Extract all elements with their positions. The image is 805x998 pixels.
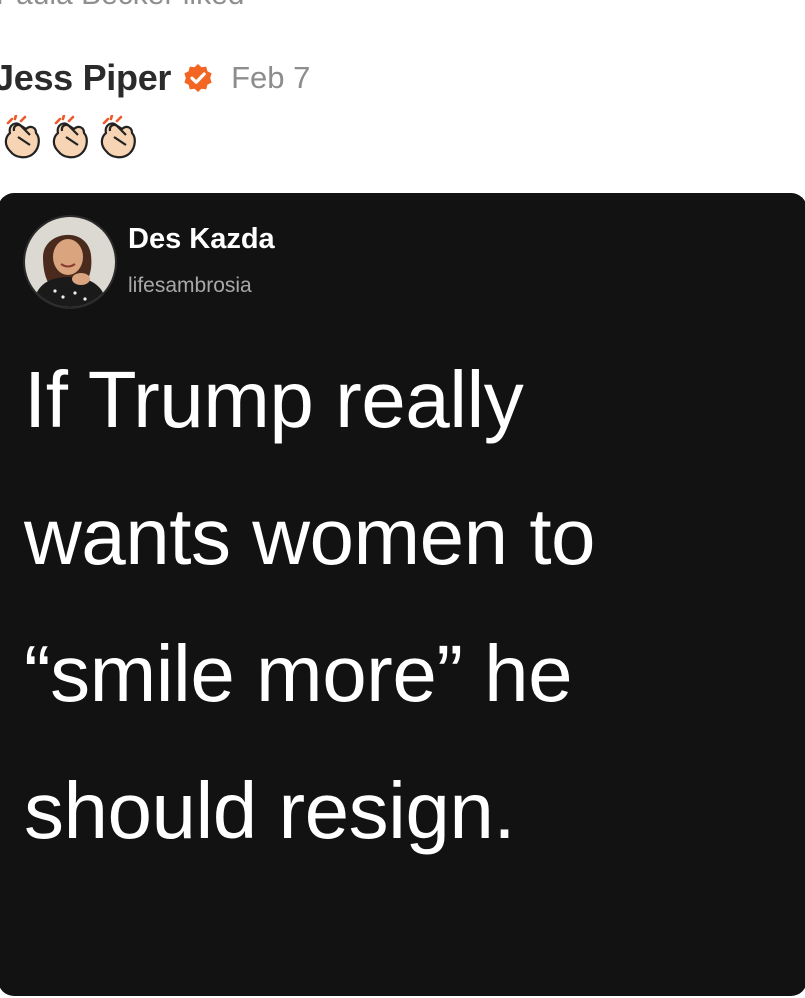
embedded-quote-image[interactable]: Des Kazda lifesambrosia If Trump really …	[0, 193, 805, 996]
post-header: Jess Piper Feb 7	[0, 55, 310, 101]
quote-text: If Trump really wants women to “smile mo…	[24, 331, 784, 879]
quote-line: should resign.	[24, 766, 516, 855]
quoted-author-handle: lifesambrosia	[128, 274, 252, 297]
clapping-hands-icon	[98, 113, 140, 161]
quote-line: If Trump really	[24, 355, 524, 444]
activity-label: Paula Becker liked	[0, 0, 244, 12]
quote-line: “smile more” he	[24, 629, 573, 718]
author-name[interactable]: Jess Piper	[0, 57, 171, 99]
clapping-hands-icon	[2, 113, 44, 161]
verified-badge-icon	[183, 63, 213, 93]
clapping-hands-icon	[50, 113, 92, 161]
quoted-author-name: Des Kazda	[128, 223, 275, 255]
post-date[interactable]: Feb 7	[231, 60, 310, 96]
quote-line: wants women to	[24, 492, 596, 581]
avatar	[23, 215, 117, 309]
post-body-emojis	[2, 113, 140, 161]
